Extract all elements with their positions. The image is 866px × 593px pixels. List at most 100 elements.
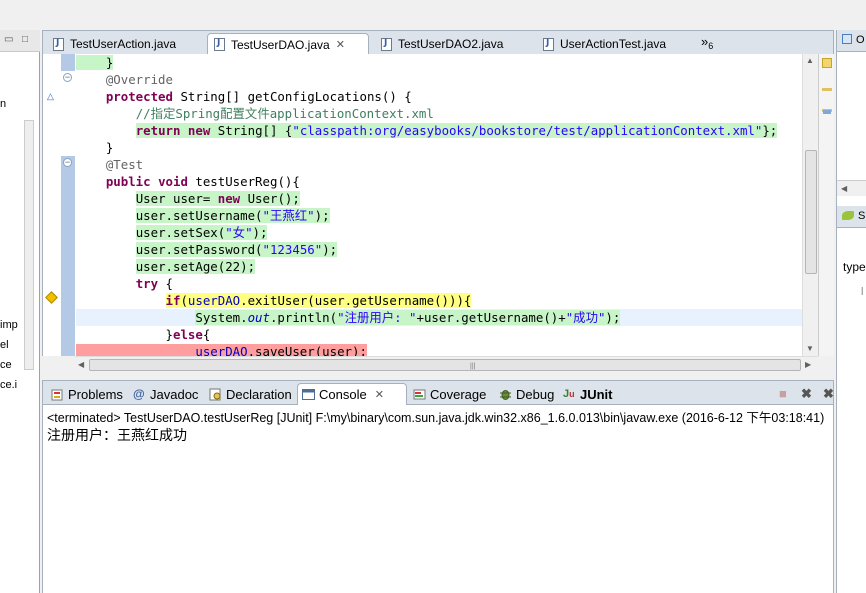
type-label: type: [843, 260, 866, 274]
tab-testuserdao[interactable]: TestUserDAO.java ✕: [207, 33, 369, 55]
outline-panel: O ◀ S type l: [836, 30, 866, 593]
explorer-fragment[interactable]: ce: [0, 359, 12, 371]
code-line: User user= new User();: [135, 191, 300, 206]
annotation-ruler: △: [43, 54, 61, 356]
remove-launch-icon[interactable]: ✖: [801, 386, 812, 402]
overview-marker[interactable]: [823, 110, 831, 114]
code-line: user.setSex("女");: [135, 225, 268, 240]
explorer-fragment[interactable]: el: [0, 339, 9, 351]
override-marker-icon[interactable]: △: [47, 91, 54, 102]
scroll-left-icon[interactable]: ◀: [841, 184, 847, 193]
remove-all-launches-icon[interactable]: ✖: [823, 386, 834, 402]
tab-label: Javadoc: [150, 386, 199, 402]
outline-icon: [842, 34, 852, 44]
tab-junit[interactable]: Ju JUnit: [559, 383, 619, 405]
tab-problems[interactable]: Problems: [47, 383, 125, 405]
junit-icon: Ju: [563, 387, 575, 400]
code-line: user.setUsername("王燕红");: [135, 208, 330, 223]
close-icon[interactable]: ✕: [336, 38, 345, 51]
console-output[interactable]: 注册用户：王燕红成功: [47, 425, 187, 445]
editor-vertical-scrollbar[interactable]: ▲ ▼: [802, 54, 818, 356]
tab-testuseraction[interactable]: TestUserAction.java: [47, 33, 207, 55]
maximize-icon[interactable]: □: [22, 34, 28, 45]
tab-coverage[interactable]: Coverage: [409, 383, 495, 405]
tab-declaration[interactable]: Declaration: [205, 383, 295, 405]
explorer-fragment[interactable]: ce.i: [0, 379, 17, 391]
warning-summary-icon[interactable]: [822, 58, 832, 68]
outline-hscroll[interactable]: ◀: [837, 180, 866, 196]
tab-label: Debug: [516, 386, 555, 402]
tab-label: Problems: [68, 386, 123, 402]
code-line: @Override: [105, 72, 173, 87]
overview-marker[interactable]: [822, 88, 832, 91]
scroll-up-icon[interactable]: ▲: [806, 56, 814, 65]
code-line: //指定Spring配置文件applicationContext.xml: [135, 106, 434, 121]
code-line: }: [76, 140, 114, 155]
code-area[interactable]: } @Override protected String[] getConfig…: [76, 54, 818, 356]
console-header: <terminated> TestUserDAO.testUserReg [JU…: [47, 411, 825, 425]
bottom-tab-bar: Problems @ Javadoc Declaration Console ✕…: [42, 380, 834, 405]
code-editor[interactable]: △ − − } @Override protected String[] get…: [42, 54, 818, 356]
scroll-down-icon[interactable]: ▼: [806, 344, 814, 353]
scroll-thumb[interactable]: [805, 150, 817, 274]
fold-collapse-icon[interactable]: −: [63, 73, 72, 82]
outline-tab[interactable]: O: [837, 30, 866, 52]
tab-label: TestUserAction.java: [70, 37, 177, 51]
grip-icon: |||: [470, 363, 476, 370]
scroll-left-icon[interactable]: ◀: [78, 360, 84, 369]
explorer-toolbar: ▭ □: [0, 30, 40, 52]
explorer-scroll-track[interactable]: [24, 120, 34, 370]
java-file-icon: [214, 38, 225, 51]
explorer-scrollbar[interactable]: [22, 120, 36, 370]
outline-tab-label: O: [856, 34, 865, 46]
tab-label: Console: [319, 387, 367, 402]
code-line: }: [76, 55, 114, 70]
explorer-fragment[interactable]: imp: [0, 319, 18, 331]
scroll-thumb[interactable]: |||: [89, 359, 801, 371]
folding-ruler: − −: [61, 54, 75, 356]
coverage-icon: [413, 388, 426, 401]
tab-label: UserActionTest.java: [560, 37, 667, 51]
scroll-right-icon[interactable]: ▶: [805, 360, 811, 369]
explorer-fragment[interactable]: n: [0, 98, 6, 110]
outline-fragment: l: [861, 286, 864, 298]
code-line: }else{: [76, 327, 211, 342]
snippets-tab-label: S: [858, 210, 866, 222]
code-line: protected String[] getConfigLocations() …: [105, 89, 412, 104]
tab-label: JUnit: [580, 386, 613, 402]
code-line-current: System.out.println("注册用户: "+user.getUser…: [76, 309, 818, 326]
java-file-icon: [53, 37, 64, 51]
tab-console[interactable]: Console ✕: [297, 383, 407, 405]
tab-javadoc[interactable]: @ Javadoc: [129, 383, 203, 405]
code-line: user.setAge(22);: [135, 259, 256, 274]
overflow-count: 6: [708, 41, 714, 51]
java-file-icon: [381, 37, 392, 51]
code-line: if(userDAO.exitUser(user.getUsername()))…: [165, 293, 472, 308]
java-file-icon: [543, 37, 554, 51]
tab-label: TestUserDAO.java: [231, 37, 330, 52]
tab-testuserdao2[interactable]: TestUserDAO2.java: [375, 33, 535, 55]
problems-icon: [51, 388, 64, 401]
code-line: return new String[] {"classpath:org/easy…: [135, 123, 778, 138]
breakpoint-warning-icon[interactable]: [45, 291, 58, 304]
snippets-tab[interactable]: S: [837, 206, 866, 228]
tab-label: Coverage: [430, 386, 487, 402]
debug-icon: [499, 388, 512, 401]
change-band: [61, 156, 75, 356]
fold-collapse-icon[interactable]: −: [63, 158, 72, 167]
declaration-icon: [209, 388, 222, 401]
tab-debug[interactable]: Debug: [495, 383, 557, 405]
terminate-icon[interactable]: ■: [779, 386, 787, 401]
leaf-icon: [842, 211, 854, 220]
tab-label: TestUserDAO2.java: [398, 37, 504, 51]
console-icon: [302, 388, 315, 401]
console-view[interactable]: <terminated> TestUserDAO.testUserReg [JU…: [42, 405, 834, 593]
tab-overflow-button[interactable]: »6: [701, 34, 713, 51]
editor-horizontal-scrollbar[interactable]: ◀ ||| ▶: [75, 356, 818, 372]
close-icon[interactable]: ✕: [375, 388, 384, 401]
code-line: user.setPassword("123456");: [135, 242, 338, 257]
tab-label: Declaration: [226, 386, 292, 402]
minimize-icon[interactable]: ▭: [4, 34, 13, 45]
tab-useractiontest[interactable]: UserActionTest.java: [537, 33, 697, 55]
code-line: try {: [135, 276, 173, 291]
